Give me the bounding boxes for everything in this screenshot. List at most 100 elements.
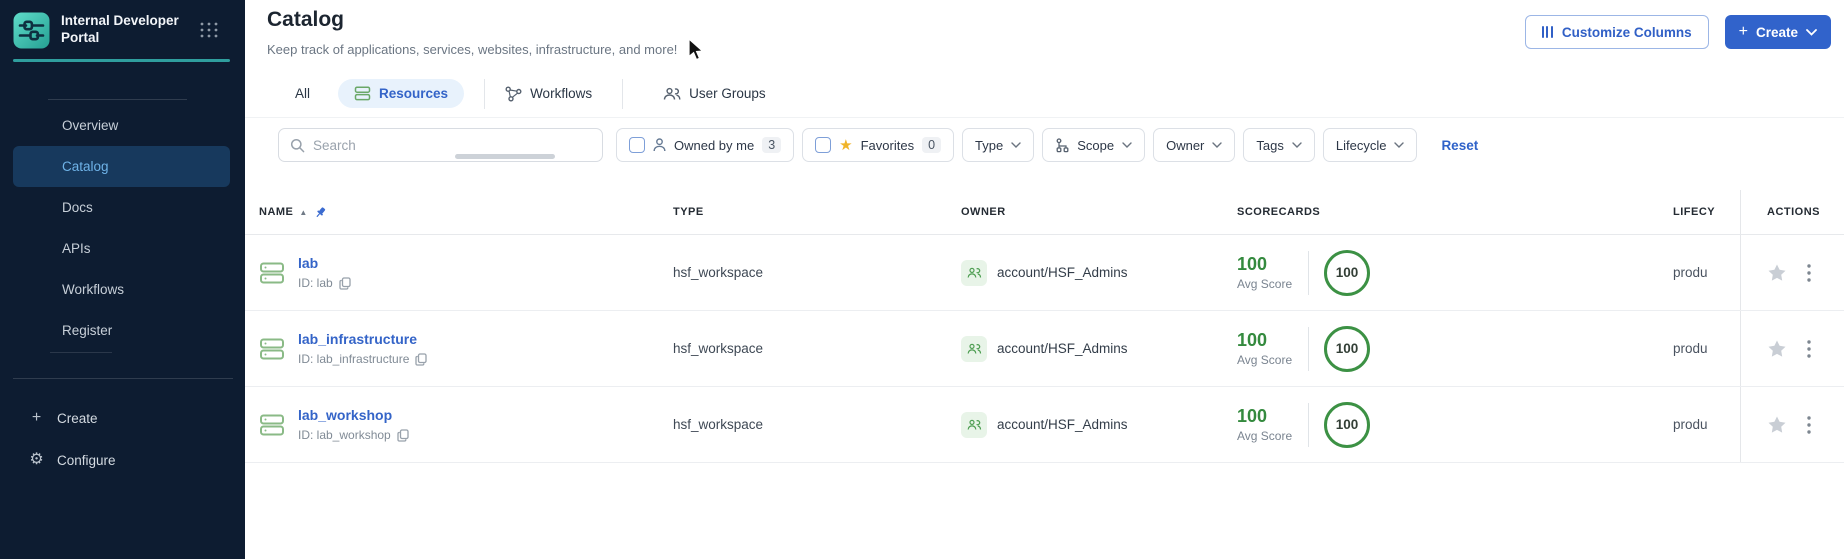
search-input[interactable] [313,137,591,153]
score-divider [1308,402,1309,447]
type-filter-dropdown[interactable]: Type [962,128,1035,162]
owned-by-me-label: Owned by me [674,137,755,153]
sidebar-item-register[interactable]: Register [13,310,230,351]
kebab-menu-button[interactable] [1807,339,1811,358]
scorecard-ring[interactable]: 100 [1324,249,1370,296]
tab-resources-label: Resources [379,86,449,101]
entity-lifecycle: produ [1673,416,1708,432]
favorite-star-button[interactable] [1767,263,1787,282]
tab-resources[interactable]: Resources [338,79,465,108]
sidebar-item-apis[interactable]: APIs [13,228,230,269]
tags-filter-dropdown[interactable]: Tags [1243,128,1315,162]
entity-id: ID: lab_workshop [298,428,391,442]
column-header-actions: ACTIONS [1740,190,1844,234]
filter-bar: Owned by me 3 ★ Favorites 0 Type Scope O… [245,118,1844,172]
sidebar-divider-short [50,352,112,353]
entity-name-link[interactable]: lab_workshop [298,407,409,423]
sort-ascending-icon[interactable]: ▲ [299,208,307,217]
avg-score-label: Avg Score [1237,277,1293,291]
entity-type: hsf_workspace [673,340,764,356]
copy-icon[interactable] [339,276,351,290]
entity-name-link[interactable]: lab [298,255,351,271]
owner-group-badge-icon [961,335,987,362]
column-header-owner[interactable]: OWNER [950,206,1226,218]
sidebar-configure-button[interactable]: ⚙ Configure [0,444,245,476]
entity-owner: account/HSF_Admins [997,417,1128,432]
chevron-down-icon [1212,142,1223,148]
header-actions: Customize Columns + Create [1524,15,1831,49]
favorites-checkbox[interactable] [815,137,832,153]
chevron-down-icon [1806,28,1817,36]
pin-icon[interactable] [314,206,327,219]
resource-rows-icon [260,262,284,283]
brand-title: Internal Developer Portal [61,13,179,45]
chevron-down-icon [1394,142,1405,148]
catalog-table: NAME ▲ TYPE OWNER SCORECARDS LIFECY ACTI… [245,190,1844,463]
sidebar-create-button[interactable]: + Create [0,402,245,434]
kebab-menu-button[interactable] [1807,415,1811,434]
column-header-type[interactable]: TYPE [660,206,950,218]
sidebar-item-overview[interactable]: Overview [13,105,230,146]
copy-icon[interactable] [397,428,409,442]
sidebar-divider [48,99,187,100]
plus-icon: + [1738,23,1748,40]
user-icon [653,138,666,152]
table-row[interactable]: lab_infrastructure ID: lab_infrastructur… [245,311,1844,387]
scope-filter-label: Scope [1077,137,1115,153]
column-header-scorecards[interactable]: SCORECARDS [1226,206,1660,218]
favorite-star-button[interactable] [1767,339,1787,358]
reset-filters-link[interactable]: Reset [1441,138,1478,153]
tab-user-groups-label: User Groups [689,86,766,101]
chevron-down-icon [1122,142,1132,148]
tab-workflows[interactable]: Workflows [505,86,592,102]
owner-filter-label: Owner [1166,137,1205,153]
favorites-filter[interactable]: ★ Favorites 0 [802,128,955,162]
entity-lifecycle: produ [1673,264,1708,280]
column-header-name[interactable]: NAME ▲ [245,206,660,219]
favorites-label: Favorites [860,137,915,153]
sidebar-item-docs[interactable]: Docs [13,187,230,228]
tab-workflows-label: Workflows [530,86,593,101]
gear-icon: ⚙ [29,451,44,468]
entity-owner: account/HSF_Admins [997,265,1128,280]
customize-columns-button[interactable]: Customize Columns [1524,15,1709,49]
lifecycle-filter-label: Lifecycle [1335,137,1387,153]
scorecard-ring[interactable]: 100 [1324,401,1370,448]
name-header-label: NAME [259,206,294,218]
sidebar-item-catalog[interactable]: Catalog [13,146,230,187]
scorecard-ring[interactable]: 100 [1324,325,1370,372]
user-group-icon [663,87,681,100]
tags-filter-label: Tags [1256,137,1284,153]
app-switcher-grid-icon[interactable] [198,19,220,41]
owned-by-me-checkbox[interactable] [629,137,645,153]
lifecycle-filter-dropdown[interactable]: Lifecycle [1322,128,1418,162]
create-button[interactable]: + Create [1724,15,1831,49]
tab-all[interactable]: All [295,86,310,101]
tab-separator [622,78,624,109]
tab-user-groups[interactable]: User Groups [663,86,766,101]
owner-filter-dropdown[interactable]: Owner [1153,128,1236,162]
type-filter-label: Type [975,137,1004,153]
tab-separator [484,78,486,109]
favorites-count: 0 [922,137,942,153]
owned-by-me-count: 3 [762,137,782,153]
kebab-menu-button[interactable] [1807,263,1811,282]
sidebar-nav: Overview Catalog Docs APIs Workflows Reg… [13,105,230,351]
copy-icon[interactable] [415,352,428,366]
sidebar-create-label: Create [57,410,98,426]
owned-by-me-filter[interactable]: Owned by me 3 [616,128,795,162]
table-row[interactable]: lab_workshop ID: lab_workshop hsf_worksp… [245,387,1844,463]
entity-lifecycle: produ [1673,340,1708,356]
sidebar-accent-line [13,59,230,62]
horizontal-scrollbar-thumb[interactable] [455,154,555,159]
sidebar-item-workflows[interactable]: Workflows [13,269,230,310]
table-row[interactable]: lab ID: lab hsf_workspace account/HSF_Ad… [245,235,1844,311]
main-content: Catalog Keep track of applications, serv… [245,0,1844,559]
favorite-star-button[interactable] [1767,415,1787,434]
entity-name-link[interactable]: lab_infrastructure [298,331,427,347]
column-header-lifecycle[interactable]: LIFECY [1660,206,1740,218]
chevron-down-icon [1011,142,1021,148]
scope-filter-dropdown[interactable]: Scope [1042,128,1146,162]
scope-hierarchy-icon [1056,137,1069,152]
avg-score-value: 100 [1237,406,1268,426]
